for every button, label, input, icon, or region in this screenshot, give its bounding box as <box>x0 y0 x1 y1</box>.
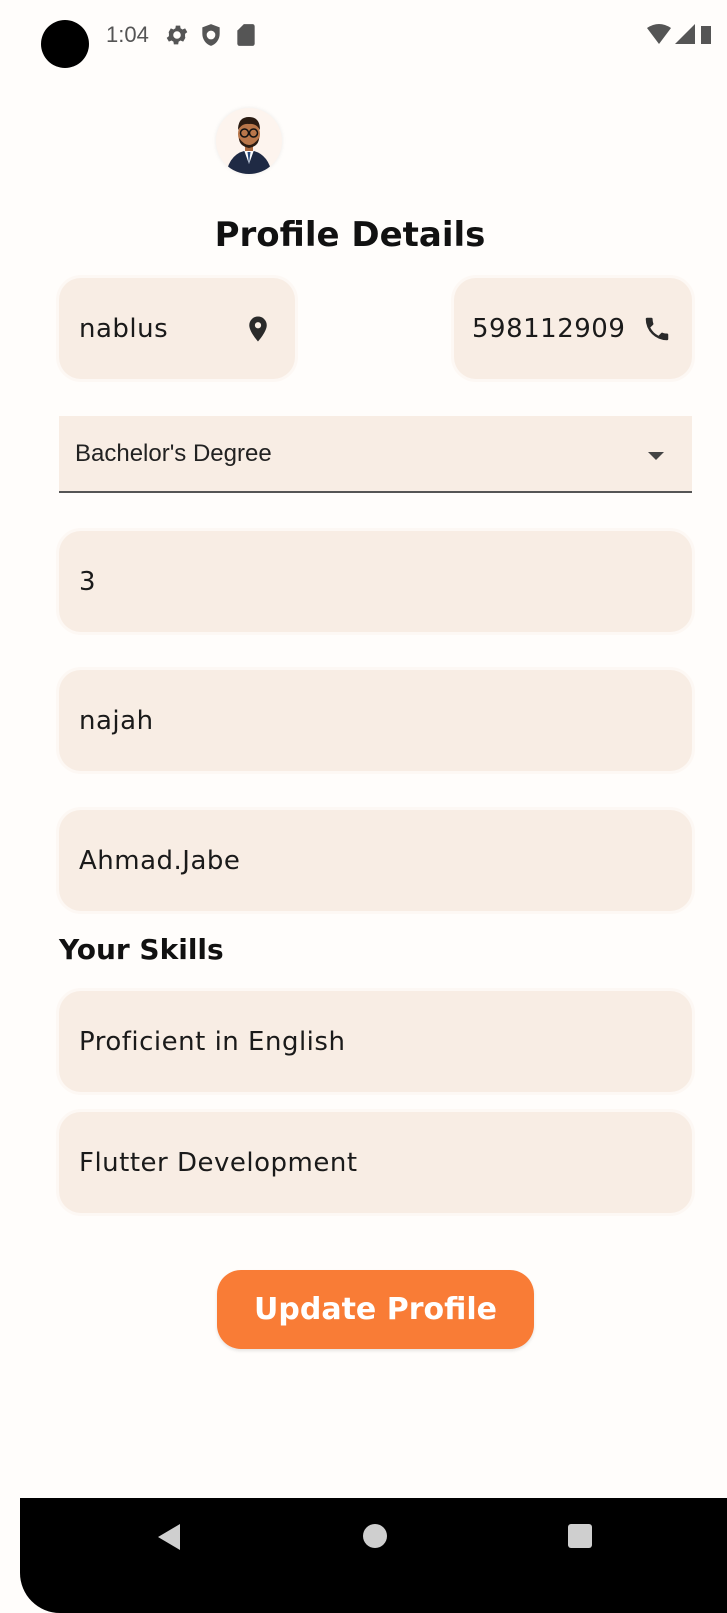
location-value: nablus <box>79 313 169 344</box>
phone-field[interactable]: 598112909 <box>454 278 692 379</box>
update-profile-button[interactable]: Update Profile <box>217 1270 534 1349</box>
skill-field[interactable]: Flutter Development <box>59 1112 692 1213</box>
skills-heading: Your Skills <box>59 933 224 966</box>
battery-icon <box>701 26 711 44</box>
username-field[interactable]: Ahmad.Jabe <box>59 810 692 911</box>
shield-icon <box>202 24 220 46</box>
avatar[interactable] <box>216 108 282 174</box>
location-field[interactable]: nablus <box>59 278 295 379</box>
camera-cutout <box>41 20 89 68</box>
location-pin-icon <box>249 316 267 341</box>
home-icon[interactable] <box>363 1524 387 1548</box>
experience-value: 3 <box>79 566 97 597</box>
wifi-icon <box>647 24 671 44</box>
system-navigation-bar <box>20 1498 727 1613</box>
university-field[interactable]: najah <box>59 670 692 771</box>
sd-card-icon <box>237 24 255 46</box>
skill-value: Flutter Development <box>79 1147 358 1178</box>
avatar-illustration <box>226 117 272 174</box>
experience-field[interactable]: 3 <box>59 531 692 632</box>
settings-icon <box>166 25 188 45</box>
recents-icon[interactable] <box>568 1524 592 1548</box>
status-time: 1:04 <box>106 22 149 47</box>
username-value: Ahmad.Jabe <box>79 845 241 876</box>
phone-icon <box>645 317 669 340</box>
degree-dropdown[interactable]: Bachelor's Degree <box>59 416 692 493</box>
back-icon[interactable] <box>158 1524 180 1550</box>
phone-value: 598112909 <box>472 313 626 344</box>
skill-field[interactable]: Proficient in English <box>59 991 692 1092</box>
dropdown-arrow-icon <box>648 452 664 460</box>
degree-selected-value: Bachelor's Degree <box>75 439 272 467</box>
page-title: Profile Details <box>214 215 486 255</box>
status-right-icons <box>647 24 711 44</box>
university-value: najah <box>79 705 154 736</box>
signal-icon <box>675 24 695 44</box>
skill-value: Proficient in English <box>79 1026 346 1057</box>
profile-screen: 1:04 Profile Details nablus 598112909 Ba… <box>0 0 727 1613</box>
